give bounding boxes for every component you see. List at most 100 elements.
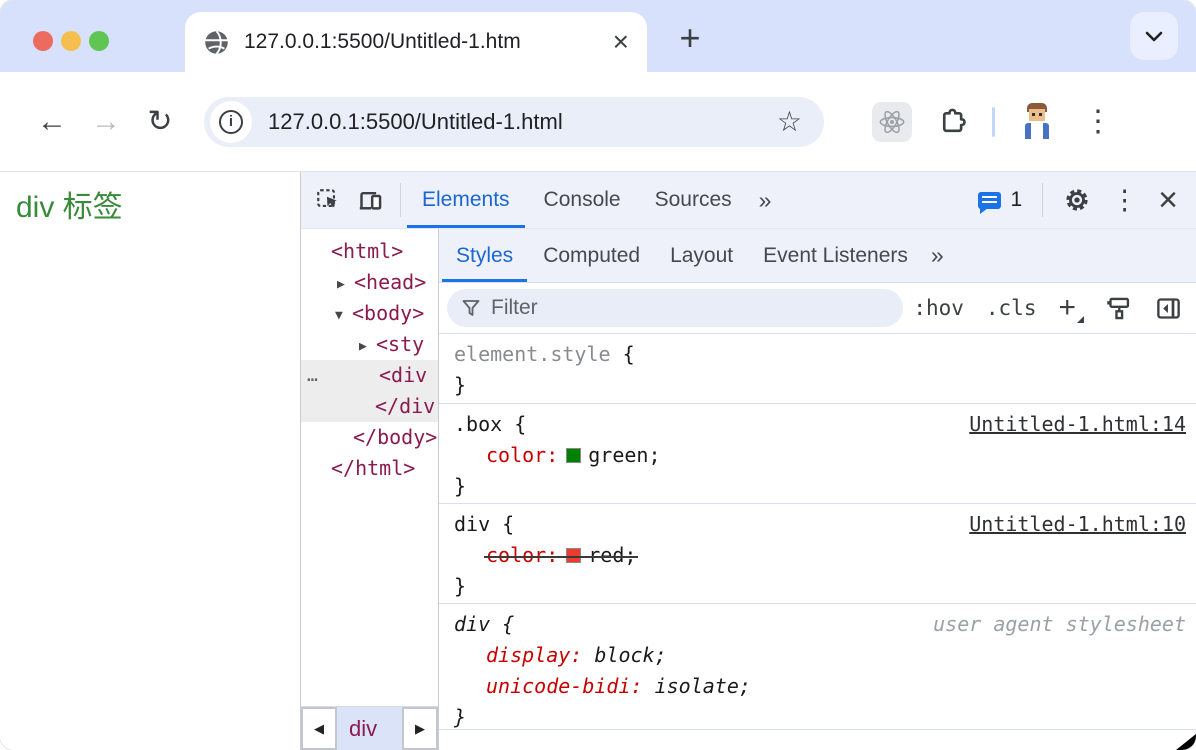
reload-button[interactable]: ↻ <box>138 100 182 144</box>
tree-row[interactable]: ▶<sty <box>301 329 438 360</box>
more-sidebar-tabs-button[interactable]: » <box>923 229 952 282</box>
issues-count: 1 <box>1010 188 1022 212</box>
selector: element.style <box>454 342 611 366</box>
toggle-element-state-button[interactable]: :hov <box>913 296 964 320</box>
declaration[interactable]: unicode-bidi: isolate; <box>454 671 1186 702</box>
page-text: div 标签 <box>16 182 123 226</box>
selector: div { <box>454 509 514 540</box>
tree-row-selected[interactable]: …<div <box>301 360 438 391</box>
new-tab-button[interactable]: + <box>668 16 712 60</box>
issues-chat-icon <box>978 192 1001 209</box>
site-info-chip[interactable]: i <box>210 101 252 143</box>
tree-expanded-icon[interactable]: ▼ <box>335 300 352 331</box>
tab-console[interactable]: Console <box>527 172 638 228</box>
tab-layout[interactable]: Layout <box>655 229 748 282</box>
breadcrumb-scroll-right-button[interactable]: ▶ <box>402 707 438 750</box>
chevron-down-icon <box>1145 30 1163 42</box>
filter-funnel-icon <box>461 299 481 317</box>
declaration[interactable]: display: block; <box>454 640 1186 671</box>
property-value: red; <box>588 543 636 567</box>
source-link[interactable]: Untitled-1.html:10 <box>969 509 1186 540</box>
selector: .box { <box>454 409 526 440</box>
user-agent-rule-section[interactable]: div { user agent stylesheet display: blo… <box>439 604 1196 730</box>
browser-toolbar: ← → ↻ i 127.0.0.1:5500/Untitled-1.html ☆ <box>0 72 1196 172</box>
more-tabs-button[interactable]: » <box>749 172 782 228</box>
breadcrumb-bar: ◀ div ▶ <box>301 706 438 750</box>
property-value: green; <box>588 443 660 467</box>
tab-computed[interactable]: Computed <box>528 229 655 282</box>
tab-close-icon[interactable]: × <box>609 28 633 56</box>
profile-avatar[interactable] <box>1019 103 1055 141</box>
url-text[interactable]: 127.0.0.1:5500/Untitled-1.html <box>268 109 563 135</box>
extensions-button[interactable] <box>938 107 968 137</box>
toolbar-divider <box>992 107 995 137</box>
devtools-menu-button[interactable]: ⋮ <box>1111 185 1138 216</box>
issues-button[interactable]: 1 <box>978 188 1022 212</box>
inspect-element-button[interactable] <box>315 187 341 213</box>
globe-favicon-icon <box>203 29 230 56</box>
tab-title: 127.0.0.1:5500/Untitled-1.htm <box>244 30 609 54</box>
bookmark-star-icon[interactable]: ☆ <box>777 105 802 138</box>
browser-tab[interactable]: 127.0.0.1:5500/Untitled-1.htm × <box>185 12 647 72</box>
toggle-sidebar-panel-icon[interactable] <box>1155 295 1182 322</box>
tab-event-listeners[interactable]: Event Listeners <box>748 229 923 282</box>
browser-menu-button[interactable]: ⋮ <box>1083 107 1113 137</box>
tree-row[interactable]: </html> <box>301 453 438 484</box>
sidebar-tabs: Styles Computed Layout Event Listeners » <box>439 229 1196 283</box>
stylesheet-origin: user agent stylesheet <box>933 609 1186 640</box>
property-name: color: <box>486 443 558 467</box>
ellipsis-menu-icon[interactable]: … <box>307 360 319 391</box>
styles-pane-bottom <box>439 730 1196 750</box>
dom-tree: <html> ▶<head> ▼<body> ▶<sty …<div </div… <box>301 229 438 706</box>
breadcrumb-crumb-div[interactable]: div <box>337 707 402 750</box>
filter-input[interactable] <box>491 296 889 320</box>
property-name: color: <box>486 543 558 567</box>
devtools-tabs: Elements Console Sources » <box>405 172 781 228</box>
tab-search-button[interactable] <box>1130 12 1178 60</box>
devtools-close-button[interactable]: × <box>1158 185 1178 215</box>
element-style-section[interactable]: element.style { } <box>439 334 1196 404</box>
source-link[interactable]: Untitled-1.html:14 <box>969 409 1186 440</box>
tree-row-selected[interactable]: </div <box>301 391 438 422</box>
device-toolbar-button[interactable] <box>357 187 384 214</box>
minimize-window-button[interactable] <box>61 31 81 51</box>
tree-row[interactable]: ▼<body> <box>301 298 438 329</box>
tab-strip: 127.0.0.1:5500/Untitled-1.htm × + <box>0 0 1196 72</box>
puzzle-icon <box>938 107 968 137</box>
forward-button[interactable]: → <box>84 100 128 144</box>
toolbar-divider <box>1042 183 1043 217</box>
tab-sources[interactable]: Sources <box>638 172 749 228</box>
element-classes-button[interactable]: .cls <box>986 296 1037 320</box>
breadcrumb-scroll-left-button[interactable]: ◀ <box>301 707 337 750</box>
tree-collapsed-icon[interactable]: ▶ <box>359 331 376 362</box>
property-name: unicode-bidi: <box>486 674 643 698</box>
tree-row[interactable]: ▶<head> <box>301 267 438 298</box>
zoom-window-button[interactable] <box>89 31 109 51</box>
new-style-rule-button[interactable]: + <box>1058 291 1084 325</box>
devtools-toolbar: Elements Console Sources » 1 ⋮ × <box>301 172 1196 229</box>
color-swatch-red[interactable] <box>566 548 581 563</box>
settings-gear-icon[interactable] <box>1063 186 1091 214</box>
tree-row[interactable]: <html> <box>301 236 438 267</box>
div-rule-section[interactable]: div { Untitled-1.html:10 color:red; } <box>439 504 1196 604</box>
close-window-button[interactable] <box>33 31 53 51</box>
tree-row[interactable]: </body> <box>301 422 438 453</box>
tree-collapsed-icon[interactable]: ▶ <box>337 269 354 300</box>
rendered-page: div 标签 <box>0 172 300 750</box>
color-swatch-green[interactable] <box>566 448 581 463</box>
box-rule-section[interactable]: .box { Untitled-1.html:14 color:green; } <box>439 404 1196 504</box>
devtools-panel: Elements Console Sources » 1 ⋮ × <box>300 172 1196 750</box>
paint-roller-icon[interactable] <box>1106 295 1133 322</box>
devtools-body: <html> ▶<head> ▼<body> ▶<sty …<div </div… <box>301 229 1196 750</box>
declaration-overridden[interactable]: color: red; <box>454 540 1186 571</box>
tab-elements[interactable]: Elements <box>405 172 527 228</box>
react-devtools-extension-button[interactable] <box>872 102 912 142</box>
content-area: div 标签 Elements Console Sources <box>0 172 1196 750</box>
styles-filter-row: :hov .cls + <box>439 283 1196 334</box>
selector: div { <box>454 609 514 640</box>
address-bar[interactable]: i 127.0.0.1:5500/Untitled-1.html ☆ <box>204 97 824 147</box>
back-button[interactable]: ← <box>30 100 74 144</box>
tab-styles[interactable]: Styles <box>441 229 528 282</box>
declaration[interactable]: color: green; <box>454 440 1186 471</box>
filter-pill[interactable] <box>447 289 903 327</box>
